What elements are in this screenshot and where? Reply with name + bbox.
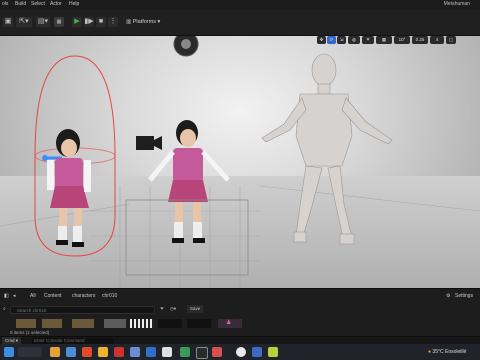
breadcrumb-all[interactable]: All [30,292,36,300]
history-back-icon[interactable]: ◂ [13,292,16,300]
camera-actor-icon [136,136,162,150]
weather-text: 35°C Ensoleillé [432,349,467,355]
save-icon: ▣ [4,18,12,25]
taskbar-search[interactable] [18,347,42,357]
asset-tile[interactable] [130,319,154,328]
asset-tile[interactable] [42,319,62,328]
start-icon[interactable] [4,347,14,357]
camera-speed-value[interactable]: 4 [430,36,444,44]
mannequin-character[interactable] [261,53,393,245]
cmd-label: Cmd [5,338,15,343]
play-button[interactable]: ▶ [72,17,82,27]
platforms-dropdown[interactable]: ▥ Platforms ▾ [126,18,160,27]
rotation-snap-value[interactable]: 10° [394,36,410,44]
menu-help[interactable]: Help [69,0,79,9]
scale-snap-value[interactable]: 0.25 [412,36,428,44]
play-icon: ▶ [74,18,80,25]
app-icon-green[interactable] [180,347,190,357]
maximize-button[interactable]: ▢ [446,36,456,44]
folder-icon: ◧ [4,293,9,299]
child-character-left[interactable] [47,129,91,247]
search-icon: ⌕ [3,306,6,312]
grid-icon: ▦ [381,37,387,42]
asset-tile[interactable] [72,319,94,328]
maximize-icon: ▢ [448,37,454,42]
unreal-engine-icon[interactable] [236,347,246,357]
filter-icon[interactable]: ⏷ [160,305,164,313]
sky-light-icon [173,36,199,57]
content-icon: ▤▾ [37,18,49,25]
snap-icon: ⌗ [366,37,370,42]
window-title: Metahuman [443,1,470,7]
character-thumbnail-icon: ♟ [226,320,232,326]
app-icon-blue[interactable] [130,347,140,357]
blueprint-button[interactable]: ▦ [54,17,64,27]
scale-tool-button[interactable]: ⇲ [337,36,346,44]
breadcrumb-content[interactable]: Content [44,292,62,300]
windows-taskbar: ● 35°C Ensoleillé [0,344,480,360]
scale-icon: ⇲ [339,37,344,42]
app-icon-white[interactable] [162,347,172,357]
save-button[interactable]: ▣ [3,17,13,27]
browser-icon[interactable] [66,347,76,357]
blueprint-icon: ▦ [56,19,62,25]
asset-tile[interactable] [16,319,36,328]
menu-select[interactable]: Select [31,0,45,9]
breadcrumb-characters[interactable]: characters [72,292,95,300]
move-icon: ✥ [319,37,324,42]
app-icon-lime[interactable] [268,347,278,357]
globe-icon: ◍ [352,37,356,42]
level-viewport[interactable]: ✥ ⟳ ⇲ ◍ ⌗ ▦ 10° 0.25 4 ▢ [0,36,480,288]
step-icon: ▮▶ [84,18,94,25]
step-button[interactable]: ▮▶ [84,17,94,27]
main-toolbar: ▣ ⇱▾ ▤▾ ▦ ▶ ▮▶ ■ ⋮ ▥ Platforms ▾ [0,9,480,36]
surface-snap-button[interactable]: ⌗ [362,36,374,44]
asset-tile[interactable] [104,319,126,328]
app-icon-red2[interactable] [212,347,222,357]
menu-build[interactable]: Build [15,0,26,9]
more-icon: ⋮ [109,18,117,25]
search-input[interactable]: Search chr010 [10,306,155,314]
app-icon-blue2[interactable] [146,347,156,357]
menu-bar: ols Build Select Actor Help Metahuman [0,0,480,9]
history-icon[interactable]: ◷▾ [170,305,176,313]
app-icon-red[interactable] [114,347,124,357]
settings-icon[interactable]: ⚙ [446,292,450,300]
platforms-label: Platforms [132,19,156,25]
items-count: 8 items (1 selected) [10,330,50,335]
menu-tools[interactable]: ols [2,0,8,9]
rotate-tool-button[interactable]: ⟳ [327,36,336,44]
asset-tile[interactable] [158,319,182,328]
opera-icon[interactable] [82,347,92,357]
asset-tile[interactable] [187,319,211,328]
viewport-scene [0,36,480,288]
platforms-icon: ▥ [126,19,133,25]
file-explorer-icon[interactable] [50,347,60,357]
settings-label[interactable]: Settings [455,292,473,300]
chrome-icon[interactable] [98,347,108,357]
more-button[interactable]: ⋮ [108,17,118,27]
app-icon-blue3[interactable] [252,347,262,357]
content-button[interactable]: ▤▾ [36,17,50,27]
world-local-button[interactable]: ◍ [348,36,360,44]
weather-widget[interactable]: ● 35°C Ensoleillé [428,344,466,360]
rotate-icon: ⟳ [329,37,334,42]
stop-button[interactable]: ■ [96,17,106,27]
chevron-down-icon: ▾ [155,19,161,25]
menu-actor[interactable]: Actor [50,0,62,9]
asset-tile[interactable]: ♟ [218,319,242,328]
move-tool-button[interactable]: ✥ [317,36,326,44]
grid-snap-button[interactable]: ▦ [376,36,392,44]
content-browser: ◧ ◂ All Content characters chr010 ⚙ Sett… [0,288,480,337]
stop-icon: ■ [98,18,104,25]
app-icon-dark[interactable] [196,347,208,359]
breadcrumb-chr010[interactable]: chr010 [102,292,117,300]
save-search-button[interactable]: Save [187,305,204,313]
select-mode-icon: ⇱▾ [19,18,29,25]
select-mode-button[interactable]: ⇱▾ [16,17,32,27]
